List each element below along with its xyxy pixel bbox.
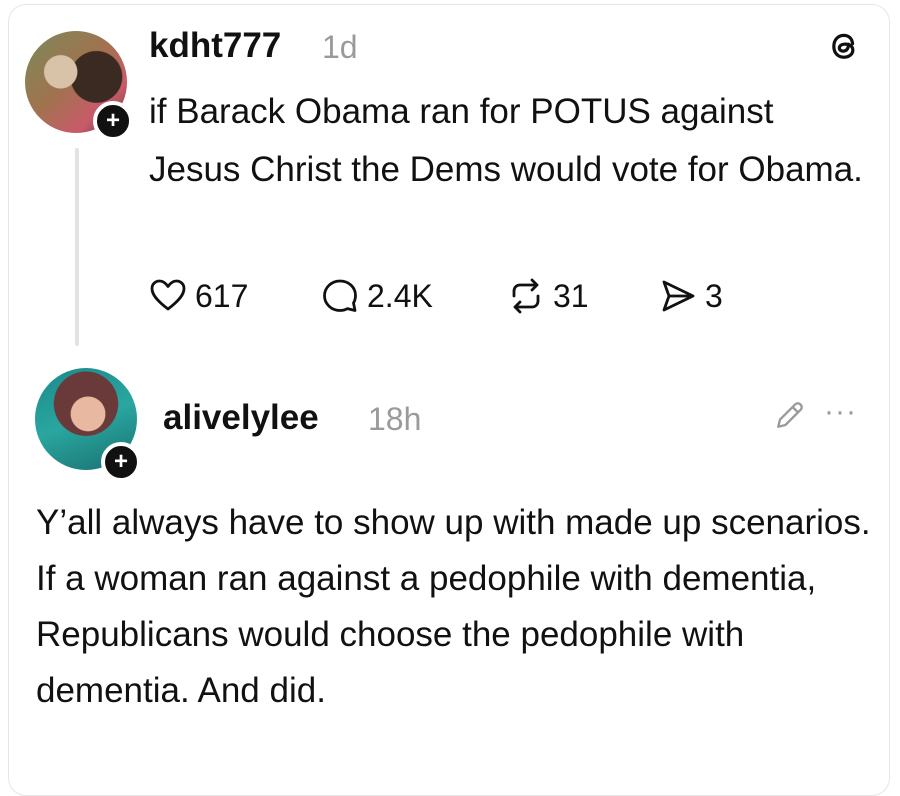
like-count: 617 (195, 277, 249, 314)
post-text: if Barack Obama ran for POTUS against Je… (149, 92, 863, 189)
repost-icon (512, 278, 540, 314)
pencil-icon[interactable] (771, 398, 807, 434)
like-button[interactable]: 617 (148, 272, 248, 320)
send-icon (662, 280, 695, 312)
thread-connector-line (75, 148, 79, 346)
repost-count: 31 (553, 277, 589, 314)
more-icon[interactable]: ··· (824, 397, 857, 427)
reply-button[interactable]: 2.4K (320, 272, 433, 320)
follow-plus-icon[interactable]: + (93, 101, 133, 141)
share-count: 3 (705, 277, 723, 314)
reply-username[interactable]: alivelylee (163, 398, 319, 438)
heart-icon (150, 279, 186, 311)
reply-timestamp: 18h (368, 401, 422, 437)
follow-plus-icon[interactable]: + (101, 442, 141, 482)
repost-button[interactable]: 31 (506, 272, 589, 320)
post-username[interactable]: kdht777 (149, 26, 281, 66)
comment-icon (323, 279, 357, 312)
reply-text: Y’all always have to show up with made u… (36, 503, 871, 710)
threads-logo-icon[interactable] (825, 27, 863, 65)
post-timestamp: 1d (322, 29, 358, 65)
reply-count: 2.4K (367, 277, 433, 314)
share-button[interactable]: 3 (658, 272, 723, 320)
